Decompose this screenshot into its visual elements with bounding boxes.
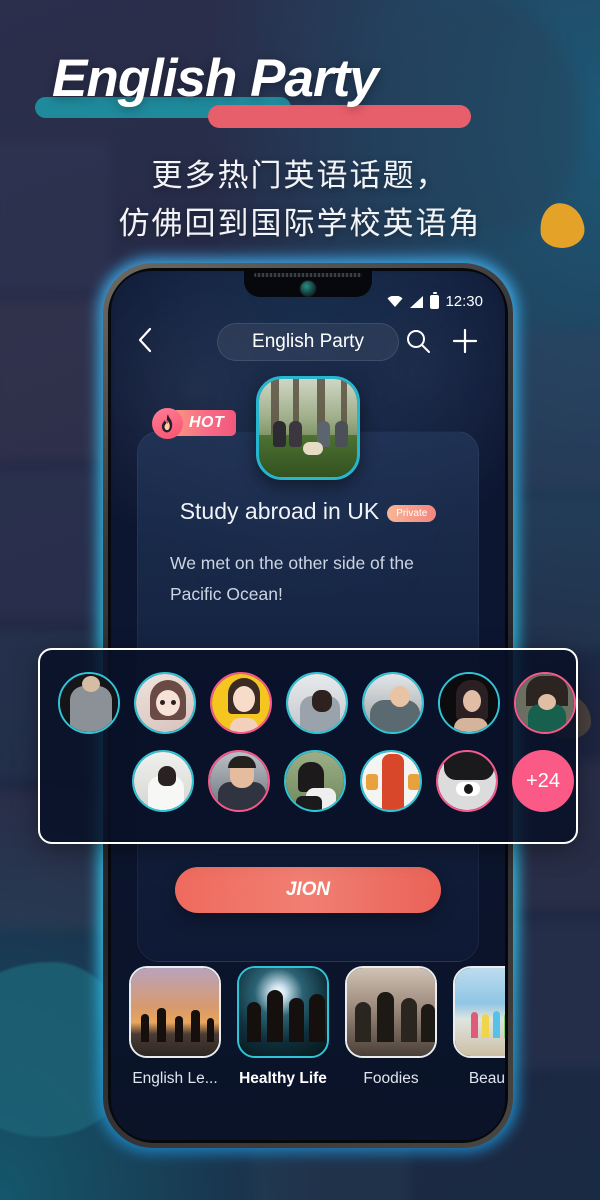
- wifi-icon: [387, 296, 403, 307]
- category-item-foodies[interactable]: Foodies: [345, 966, 437, 1088]
- bg-photo-tile: [510, 330, 600, 490]
- category-label: English Le...: [132, 1070, 218, 1087]
- member-overflow-count[interactable]: +24: [512, 750, 574, 812]
- category-item-english-learning[interactable]: English Le...: [129, 966, 221, 1088]
- promo-subtitle-line1: 更多热门英语话题，: [151, 158, 449, 194]
- member-avatar-7[interactable]: [514, 672, 576, 734]
- member-avatar-8[interactable]: [132, 750, 194, 812]
- category-item-beauties[interactable]: Beauties: [453, 966, 505, 1088]
- room-cover-image[interactable]: [256, 376, 360, 480]
- member-avatar-row: [40, 672, 576, 734]
- bg-photo-tile: [0, 470, 105, 620]
- bg-photo-tile: [0, 300, 110, 460]
- category-strip: English Le... Healthy Life Foodies Beau: [111, 966, 505, 1126]
- plus-icon[interactable]: [451, 327, 479, 355]
- status-bar-time: 12:30: [445, 293, 483, 310]
- search-icon[interactable]: [405, 328, 431, 354]
- member-avatar-12[interactable]: [436, 750, 498, 812]
- member-avatar-11[interactable]: [360, 750, 422, 812]
- member-avatar-3[interactable]: [210, 672, 272, 734]
- signal-icon: [410, 295, 424, 308]
- battery-icon: [430, 291, 440, 309]
- room-title: Study abroad in UK: [179, 498, 380, 524]
- earpiece-icon: [254, 273, 362, 277]
- member-avatar-10[interactable]: [284, 750, 346, 812]
- member-avatar-6[interactable]: [438, 672, 500, 734]
- category-label: Foodies: [363, 1070, 419, 1087]
- member-avatar-2[interactable]: [134, 672, 196, 734]
- category-label: Beauties: [468, 1070, 505, 1087]
- bg-photo-tile: [510, 500, 600, 650]
- app-bar-title[interactable]: English Party: [217, 323, 399, 361]
- page-title: English Party: [52, 49, 379, 108]
- promo-subtitle-line2: 仿佛回到国际学校英语角: [118, 206, 482, 242]
- status-badge: Private: [387, 505, 437, 522]
- member-avatar-4[interactable]: [286, 672, 348, 734]
- member-avatar-9[interactable]: [208, 750, 270, 812]
- category-item-healthy-life[interactable]: Healthy Life: [237, 966, 329, 1088]
- chevron-left-icon[interactable]: [137, 327, 153, 353]
- room-description: We met on the other side of the Pacific …: [170, 553, 414, 604]
- front-camera-icon: [299, 280, 317, 297]
- member-avatar-panel: +24: [38, 648, 578, 844]
- hot-badge: HOT: [152, 407, 237, 439]
- member-avatar-row: +24: [40, 750, 576, 812]
- category-thumb: [345, 966, 437, 1058]
- room-title-row: Study abroad in UK Private: [138, 498, 478, 525]
- category-label: Healthy Life: [239, 1070, 327, 1087]
- category-thumb: [453, 966, 505, 1058]
- status-bar: 12:30: [387, 291, 483, 310]
- category-thumb: [237, 966, 329, 1058]
- app-bar: English Party: [111, 321, 505, 367]
- category-thumb: [129, 966, 221, 1058]
- member-avatar-5[interactable]: [362, 672, 424, 734]
- join-button[interactable]: JION: [175, 867, 441, 913]
- member-avatar-1[interactable]: [58, 672, 120, 734]
- bg-photo-tile: [510, 920, 600, 1070]
- flame-icon: [152, 407, 183, 439]
